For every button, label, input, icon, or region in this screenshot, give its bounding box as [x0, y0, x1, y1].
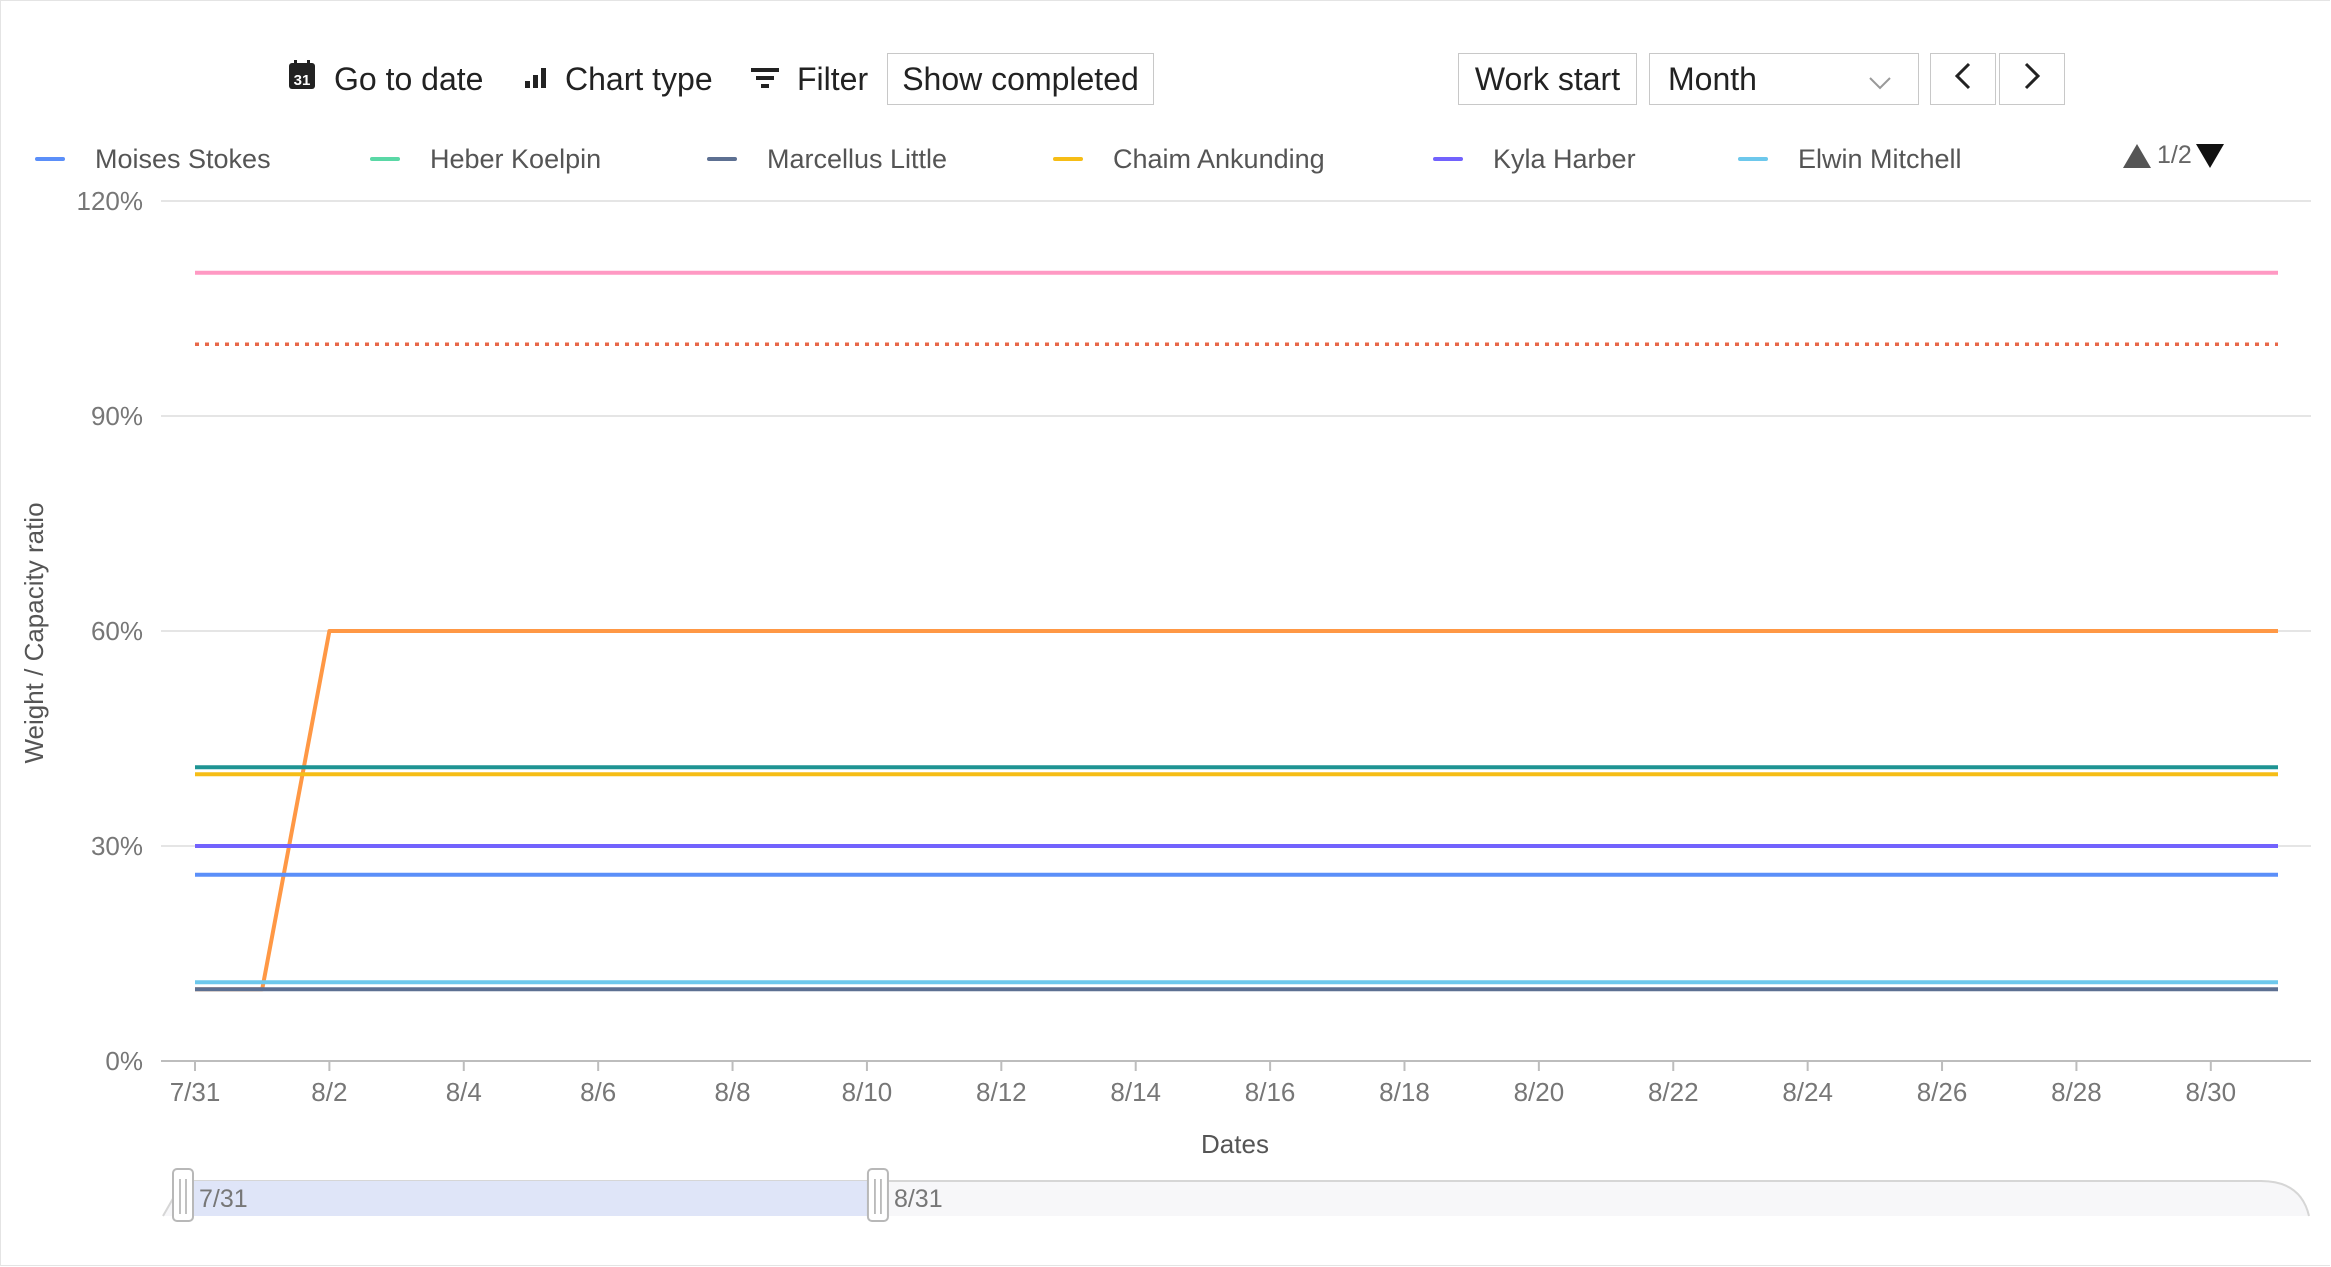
legend-swatch	[707, 157, 737, 161]
work-start-button[interactable]: Work start	[1458, 53, 1637, 105]
y-axis: 0% 30% 60% 90% 120%	[77, 186, 144, 1076]
legend-item[interactable]: Chaim Ankunding	[1053, 139, 1325, 179]
legend-item[interactable]: Kyla Harber	[1433, 139, 1636, 179]
grid-lines	[161, 200, 2311, 1062]
period-select[interactable]: Month	[1649, 53, 1919, 105]
legend-label: Chaim Ankunding	[1113, 143, 1325, 174]
x-tick-label: 8/10	[842, 1077, 893, 1107]
chart-panel: 31 Go to date Chart type Filter Show com…	[0, 0, 2330, 1266]
go-to-date-button[interactable]: 31 Go to date	[288, 51, 483, 107]
previous-period-button[interactable]	[1930, 53, 1996, 105]
slider-track	[162, 1180, 2310, 1217]
chevron-left-icon	[1954, 61, 1972, 98]
legend-page-indicator: 1/2	[2157, 141, 2192, 169]
legend-item[interactable]: Heber Koelpin	[370, 139, 601, 179]
y-tick-label: 120%	[77, 186, 144, 216]
legend-label: Kyla Harber	[1493, 143, 1636, 174]
x-tick-label: 8/12	[976, 1077, 1027, 1107]
y-tick-label: 30%	[91, 831, 143, 861]
legend-label: Marcellus Little	[767, 143, 948, 174]
legend-swatch	[1053, 157, 1083, 161]
slider-start-label: 7/31	[199, 1185, 248, 1213]
filter-button[interactable]: Filter	[751, 51, 868, 107]
go-to-date-label: Go to date	[334, 60, 484, 97]
legend-item[interactable]: Marcellus Little	[707, 139, 947, 179]
filter-icon	[751, 61, 779, 98]
x-axis-title: Dates	[1201, 1129, 1269, 1159]
show-completed-button[interactable]: Show completed	[887, 53, 1154, 105]
legend-label: Heber Koelpin	[430, 143, 602, 174]
x-tick-label: 8/20	[1514, 1077, 1565, 1107]
chevron-right-icon	[2023, 61, 2041, 98]
bar-chart-icon	[523, 61, 547, 98]
x-tick-label: 8/16	[1245, 1077, 1296, 1107]
slider-selection	[183, 1181, 878, 1216]
legend-item[interactable]: Elwin Mitchell	[1738, 139, 1962, 179]
legend-swatch	[370, 157, 400, 161]
y-axis-title: Weight / Capacity ratio	[19, 502, 49, 763]
slider-start-handle	[172, 1168, 194, 1222]
line-chart: 0% 30% 60% 90% 120% 7/31 8/2 8/4 8/6 8/8 8/10 8/12…	[19, 186, 2311, 1222]
date-range-slider: 7/31 8/31	[162, 1168, 2310, 1222]
series-line	[195, 629, 2278, 992]
x-tick-label: 8/14	[1110, 1077, 1161, 1107]
x-tick-label: 8/8	[714, 1077, 750, 1107]
x-tick-label: 8/6	[580, 1077, 616, 1107]
calendar-icon: 31	[288, 60, 316, 98]
legend-label: Elwin Mitchell	[1798, 143, 1962, 174]
period-select-value: Month	[1668, 60, 1757, 97]
x-tick-label: 7/31	[170, 1077, 221, 1107]
x-axis: 7/31 8/2 8/4 8/6 8/8 8/10 8/12 8/14 8/16 8/18 8/20…	[170, 1061, 2236, 1107]
chart-type-label: Chart type	[565, 60, 713, 97]
x-tick-label: 8/24	[1782, 1077, 1833, 1107]
next-period-button[interactable]	[1999, 53, 2065, 105]
show-completed-label: Show completed	[902, 60, 1139, 97]
page-down-icon[interactable]	[2195, 143, 2224, 168]
series-lines	[195, 270, 2278, 992]
y-tick-label: 60%	[91, 616, 143, 646]
x-tick-label: 8/26	[1917, 1077, 1968, 1107]
slider-end-label: 8/31	[894, 1185, 943, 1213]
legend-pager: 1/2	[2123, 141, 2224, 170]
legend-label: Moises Stokes	[95, 143, 271, 174]
x-tick-label: 8/4	[446, 1077, 482, 1107]
page-up-icon[interactable]	[2123, 143, 2151, 168]
x-tick-label: 8/2	[311, 1077, 347, 1107]
svg-text:31: 31	[294, 72, 311, 89]
legend-item[interactable]: Moises Stokes	[35, 139, 271, 179]
x-tick-label: 8/22	[1648, 1077, 1699, 1107]
work-start-label: Work start	[1474, 60, 1621, 97]
legend-swatch	[1433, 157, 1463, 161]
x-tick-label: 8/18	[1379, 1077, 1430, 1107]
legend-swatch	[1738, 157, 1768, 161]
legend-swatch	[35, 157, 65, 161]
x-tick-label: 8/30	[2186, 1077, 2237, 1107]
y-tick-label: 90%	[91, 401, 143, 431]
chart-type-button[interactable]: Chart type	[523, 51, 713, 107]
filter-label: Filter	[797, 60, 869, 97]
chevron-down-icon	[1868, 61, 1892, 98]
y-tick-label: 0%	[105, 1046, 143, 1076]
x-tick-label: 8/28	[2051, 1077, 2102, 1107]
slider-end-handle	[866, 1168, 889, 1222]
